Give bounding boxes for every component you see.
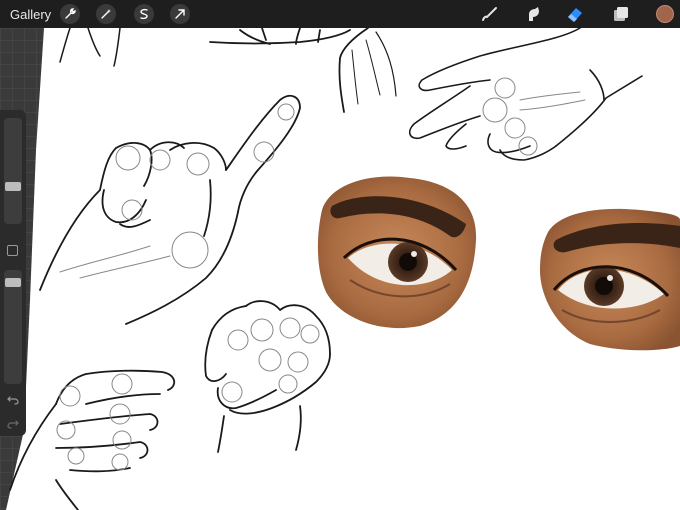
top-toolbar: Gallery xyxy=(0,0,680,28)
smudge-icon[interactable] xyxy=(524,5,542,23)
brush-size-slider[interactable] xyxy=(4,118,22,224)
eraser-icon[interactable] xyxy=(566,5,584,23)
redo-icon[interactable] xyxy=(6,416,20,430)
modify-square-icon[interactable] xyxy=(7,245,18,256)
left-sidebar xyxy=(0,110,26,436)
brush-size-thumb[interactable] xyxy=(5,182,21,191)
undo-icon[interactable] xyxy=(6,392,20,406)
color-picker-swatch[interactable] xyxy=(656,5,674,23)
drawing-canvas[interactable] xyxy=(0,0,680,510)
transform-arrow-icon[interactable] xyxy=(170,4,190,24)
gallery-button[interactable]: Gallery xyxy=(10,7,51,22)
painting-eye-left xyxy=(317,176,477,329)
selection-icon[interactable] xyxy=(134,4,154,24)
wrench-icon[interactable] xyxy=(60,4,80,24)
opacity-slider[interactable] xyxy=(4,270,22,384)
opacity-thumb[interactable] xyxy=(5,278,21,287)
magic-wand-icon[interactable] xyxy=(96,4,116,24)
layers-icon[interactable] xyxy=(612,5,630,23)
brush-icon[interactable] xyxy=(480,5,498,23)
